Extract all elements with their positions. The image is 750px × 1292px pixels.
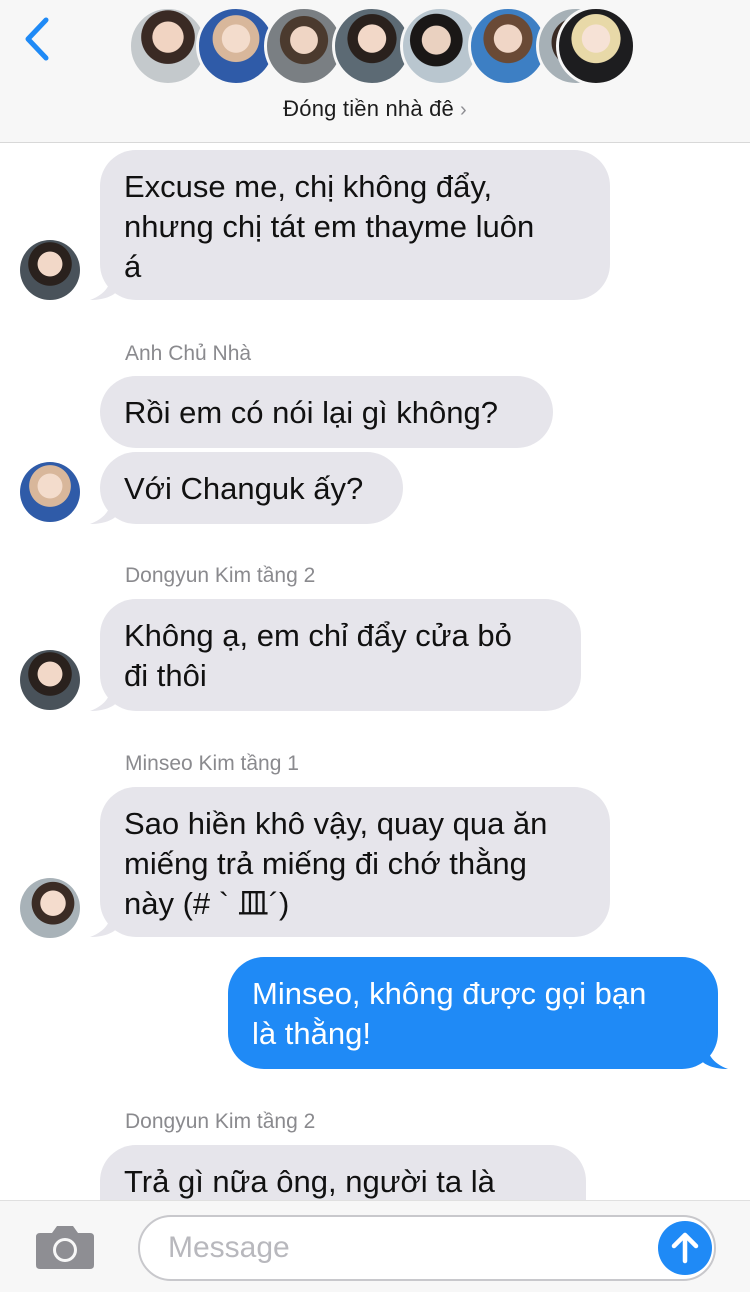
arrow-up-icon	[671, 1232, 699, 1264]
group-name[interactable]: Đóng tiền nhà đê ›	[0, 96, 750, 122]
sender-avatar[interactable]	[20, 650, 80, 710]
message-line: Sao hiền khô vậy, quay qua ăn	[124, 806, 548, 841]
camera-icon	[36, 1226, 94, 1269]
send-button[interactable]	[658, 1221, 712, 1275]
sender-name: Dongyun Kim tầng 2	[125, 564, 316, 587]
message-line: miếng trả miếng đi chớ thằng	[124, 846, 527, 881]
group-avatar-stack[interactable]	[128, 6, 636, 86]
message-line: là thằng!	[252, 1016, 371, 1051]
sender-name: Dongyun Kim tầng 2	[125, 1110, 316, 1133]
message-bubble-outgoing[interactable]: Minseo, không được gọi bạn là thằng!	[228, 957, 718, 1069]
message-line: Trả gì nữa ông, người ta là	[124, 1164, 495, 1199]
sender-name: Minseo Kim tầng 1	[125, 752, 299, 775]
message-bubble-incoming[interactable]: Rồi em có nói lại gì không?	[100, 376, 553, 448]
bubble-tail	[90, 907, 118, 937]
message-bubble-incoming[interactable]: Trả gì nữa ông, người ta là	[100, 1145, 586, 1200]
message-bubble-incoming[interactable]: Không ạ, em chỉ đẩy cửa bỏ đi thôi	[100, 599, 581, 711]
sender-avatar[interactable]	[20, 462, 80, 522]
message-input[interactable]	[138, 1215, 716, 1281]
message-line: đi thôi	[124, 658, 207, 693]
bubble-tail	[700, 1039, 728, 1069]
message-line: Minseo, không được gọi bạn	[252, 976, 647, 1011]
composer-bar	[0, 1200, 750, 1292]
bubble-tail	[90, 494, 118, 524]
sender-name: Anh Chủ Nhà	[125, 342, 252, 365]
message-line: á	[124, 249, 142, 284]
message-bubble-incoming[interactable]: Sao hiền khô vậy, quay qua ăn miếng trả …	[100, 787, 610, 937]
message-line: Excuse me, chị không đẩy,	[124, 169, 493, 204]
back-button[interactable]	[18, 14, 58, 64]
conversation-header: Đóng tiền nhà đê ›	[0, 0, 750, 143]
message-thread[interactable]: Excuse me, chị không đẩy, nhưng chị tát …	[0, 144, 750, 1200]
message-line: Với Changuk ấy?	[124, 471, 364, 506]
chevron-right-icon: ›	[459, 99, 467, 121]
bubble-tail	[90, 681, 118, 711]
chevron-left-icon	[25, 17, 49, 61]
message-line: Rồi em có nói lại gì không?	[124, 395, 498, 430]
message-bubble-incoming[interactable]: Excuse me, chị không đẩy, nhưng chị tát …	[100, 150, 610, 300]
camera-button[interactable]	[34, 1223, 96, 1271]
message-bubble-incoming[interactable]: Với Changuk ấy?	[100, 452, 403, 524]
message-line: Không ạ, em chỉ đẩy cửa bỏ	[124, 618, 512, 653]
group-name-label: Đóng tiền nhà đê	[283, 96, 454, 121]
member-avatar	[556, 6, 636, 86]
message-line: nhưng chị tát em thayme luôn	[124, 209, 535, 244]
sender-avatar[interactable]	[20, 878, 80, 938]
sender-avatar[interactable]	[20, 240, 80, 300]
bubble-tail	[90, 270, 118, 300]
message-line: này (# ` 皿´)	[124, 886, 290, 921]
